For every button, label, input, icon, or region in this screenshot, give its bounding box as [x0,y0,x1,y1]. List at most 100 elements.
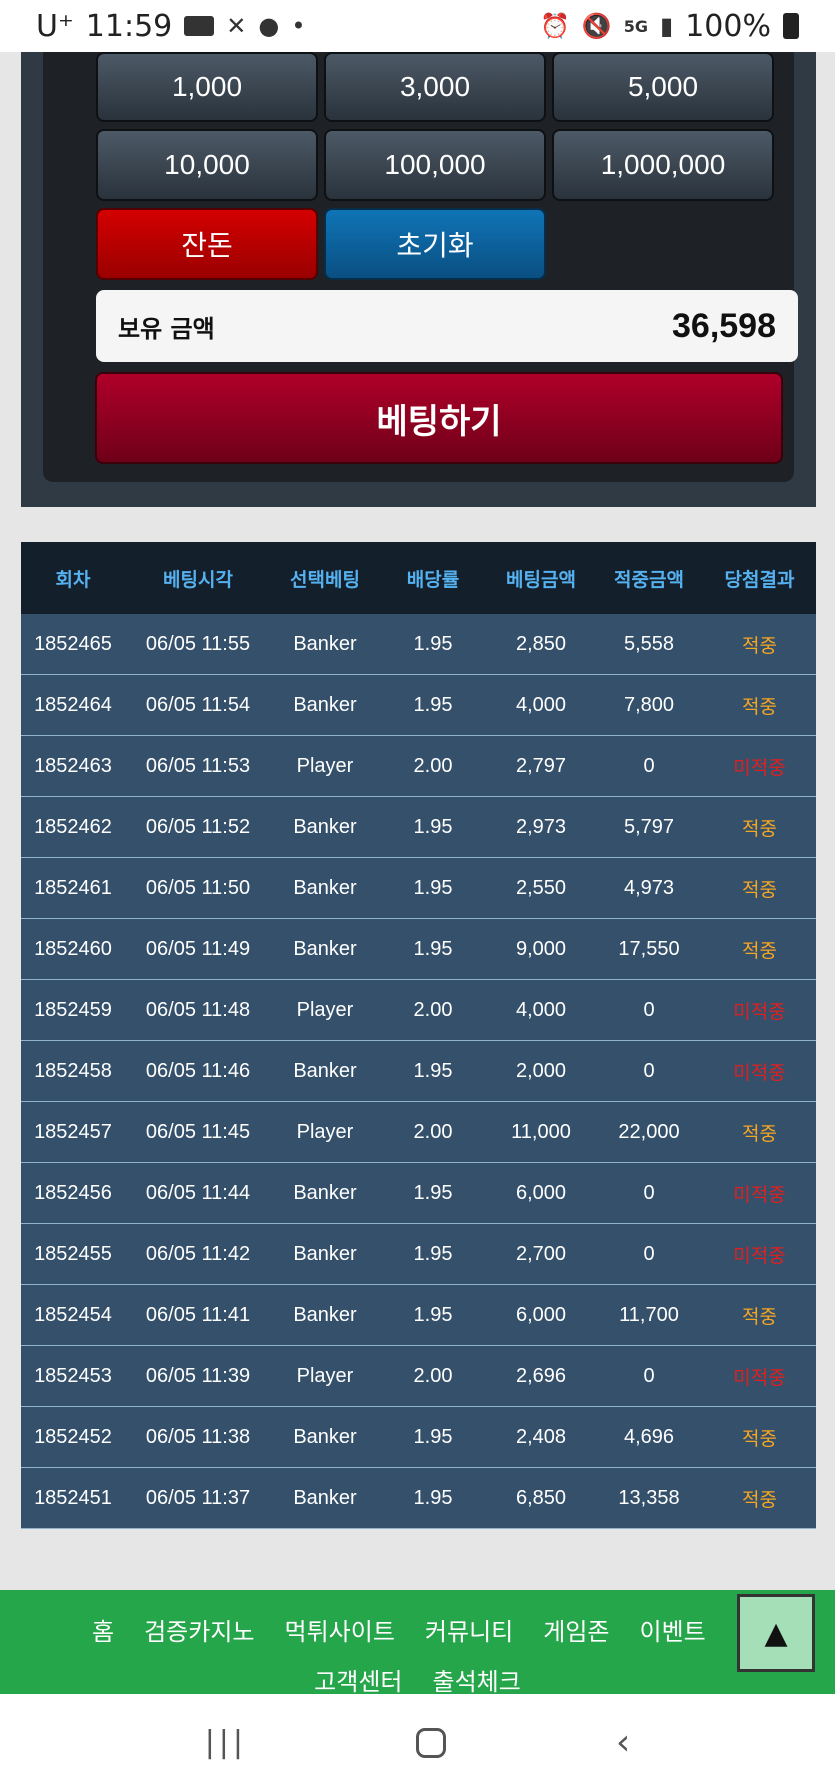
result-cell: 미적중 [733,756,786,779]
table-cell: 1852460 [34,937,112,960]
signal-icon: ▮ [660,12,674,40]
missed-call-icon: ✕ [226,12,247,40]
table-cell: 11,700 [619,1303,679,1326]
table-row: 1852465 06/05 11:55 Banker 1.95 2,850 5,558 적중 [21,614,816,675]
amount-button-5000[interactable]: 5,000 [552,52,774,122]
result-cell: 적중 [742,878,777,901]
table-cell: 1852462 [34,815,112,838]
table-cell: 6,000 [515,1303,567,1326]
amount-button-10000[interactable]: 10,000 [96,129,318,201]
table-cell: 06/05 11:37 [145,1486,251,1509]
footer-nav-link[interactable]: 이벤트 [639,1612,705,1647]
table-cell: 06/05 11:48 [145,998,251,1021]
table-body: 1852465 06/05 11:55 Banker 1.95 2,850 5,558 적중… [21,614,816,1529]
table-cell: Banker [293,937,357,960]
table-row: 1852460 06/05 11:49 Banker 1.95 9,000 17,550 적… [21,919,816,980]
footer-nav-link[interactable]: 게임존 [543,1612,609,1647]
table-row: 1852456 06/05 11:44 Banker 1.95 6,000 0 미적중 [21,1163,816,1224]
table-cell: 4,973 [623,876,675,899]
place-bet-button[interactable]: 베팅하기 [95,372,783,464]
table-cell: 2,700 [515,1242,567,1265]
table-cell: 13,358 [618,1486,680,1509]
dot-icon: • [291,12,306,40]
table-row: 1852455 06/05 11:42 Banker 1.95 2,700 0 미적중 [21,1224,816,1285]
table-cell: 1852453 [34,1364,112,1387]
clock: 11:59 [85,8,173,44]
table-cell: 5,797 [623,815,675,838]
table-cell: 2.00 [413,754,453,777]
table-cell: 1.95 [413,1242,453,1265]
table-cell: 2,850 [515,632,567,655]
table-cell: 1852452 [34,1425,112,1448]
table-cell: 0 [643,1059,655,1082]
table-cell: Banker [293,632,357,655]
arrow-up-icon: ▲ [764,1615,788,1651]
amount-button-1000000[interactable]: 1,000,000 [552,129,774,201]
table-row: 1852462 06/05 11:52 Banker 1.95 2,973 5,797 적중 [21,797,816,858]
table-cell: 1.95 [413,1425,453,1448]
table-cell: Banker [293,1425,357,1448]
table-cell: 4,000 [515,998,567,1021]
table-row: 1852458 06/05 11:46 Banker 1.95 2,000 0 미적중 [21,1041,816,1102]
table-cell: 06/05 11:38 [145,1425,251,1448]
footer-nav-link[interactable]: 홈 [92,1612,114,1647]
table-cell: Banker [293,876,357,899]
column-header: 선택베팅 [290,568,360,591]
footer-nav-link[interactable]: 고객센터 [314,1662,402,1697]
table-cell: 1852457 [34,1120,112,1143]
talk-icon: ● [258,12,280,40]
change-button[interactable]: 잔돈 [96,208,318,280]
result-cell: 미적중 [733,1244,786,1267]
status-bar: U⁺ 11:59 ✕ ● • ⏰ 🔇 5G ▮ 100% [0,0,835,52]
footer-nav-link[interactable]: 출석체크 [433,1662,521,1697]
result-cell: 미적중 [733,1183,786,1206]
footer-nav-link[interactable]: 커뮤니티 [425,1612,513,1647]
table-row: 1852463 06/05 11:53 Player 2.00 2,797 0 미적중 [21,736,816,797]
table-cell: Player [296,1120,354,1143]
table-row: 1852454 06/05 11:41 Banker 1.95 6,000 11,700 적… [21,1285,816,1346]
table-cell: 06/05 11:53 [145,754,251,777]
table-cell: Banker [293,1242,357,1265]
table-cell: 7,800 [623,693,675,716]
table-cell: 1.95 [413,1303,453,1326]
scroll-top-button[interactable]: ▲ [737,1594,815,1672]
result-cell: 미적중 [733,1061,786,1084]
balance-label: 보유 금액 [118,314,215,343]
back-icon[interactable]: ‹ [616,1722,630,1763]
table-cell: 1.95 [413,632,453,655]
result-cell: 적중 [742,695,777,718]
footer-nav: 홈 검증카지노 먹튀사이트 커뮤니티 게임존 이벤트 고객센터 출석체크 [0,1590,835,1697]
table-cell: Banker [293,1059,357,1082]
table-cell: 1852451 [34,1486,112,1509]
balance-value: 36,598 [672,306,776,345]
status-right: ⏰ 🔇 5G ▮ 100% [540,9,799,44]
table-row: 1852461 06/05 11:50 Banker 1.95 2,550 4,973 적중 [21,858,816,919]
table-cell: 2,973 [515,815,567,838]
result-cell: 적중 [742,1488,777,1511]
battery-icon [783,13,799,39]
recents-icon[interactable]: ||| [205,1725,247,1760]
home-icon[interactable] [416,1727,447,1758]
footer-nav-link[interactable]: 먹튀사이트 [285,1612,395,1647]
system-nav-bar: ||| ‹ [0,1694,835,1791]
amount-button-1000[interactable]: 1,000 [96,52,318,122]
table-cell: 1852458 [34,1059,112,1082]
result-cell: 적중 [742,1305,777,1328]
betting-panel-inner: 1,000 3,000 5,000 10,000 100,000 1,000,0… [43,52,798,482]
table-cell: 2,797 [515,754,567,777]
table-cell: 2,550 [515,876,567,899]
table-row: 1852451 06/05 11:37 Banker 1.95 6,850 13,358 적… [21,1468,816,1529]
table-cell: 06/05 11:54 [145,693,251,716]
amount-button-100000[interactable]: 100,000 [324,129,546,201]
table-cell: 2,696 [515,1364,567,1387]
balance-box: 보유 금액 36,598 [96,290,798,362]
amount-button-3000[interactable]: 3,000 [324,52,546,122]
table-cell: 0 [643,1364,655,1387]
footer-nav-link[interactable]: 검증카지노 [144,1612,254,1647]
reset-button[interactable]: 초기화 [324,208,546,280]
result-cell: 적중 [742,634,777,657]
table-cell: 06/05 11:44 [145,1181,251,1204]
table-cell: 06/05 11:41 [145,1303,251,1326]
table-row: 1852452 06/05 11:38 Banker 1.95 2,408 4,696 적중 [21,1407,816,1468]
table-cell: Player [296,1364,354,1387]
